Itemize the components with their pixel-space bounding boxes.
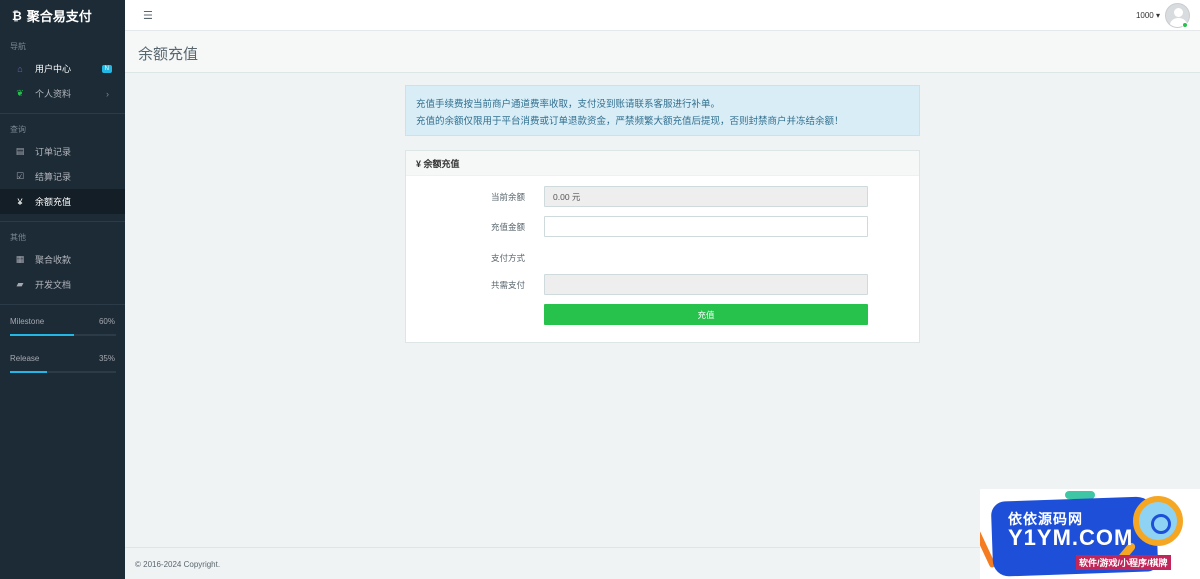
online-status-indicator — [1182, 22, 1188, 28]
watermark-tagline: 软件/游戏/小程序/棋牌 — [1076, 555, 1171, 570]
sidebar-item-label: 结算记录 — [35, 172, 72, 182]
watermark-domain: Y1YM.COM — [1008, 525, 1134, 550]
sidebar-item-settlements[interactable]: ☑ 结算记录 — [0, 164, 125, 189]
sidebar-item-profile[interactable]: ❦ 个人资料 › — [0, 81, 125, 106]
balance-row: 当前余额 — [406, 186, 921, 207]
chevron-right-icon: › — [106, 88, 109, 99]
magnifier-icon — [1133, 496, 1183, 546]
payment-method-label: 支付方式 — [490, 253, 525, 263]
sidebar-item-label: 订单记录 — [35, 147, 72, 157]
amount-row: 充值金额 — [406, 216, 921, 237]
top-header: ☰ 1000 ▾ — [125, 0, 1200, 31]
sidebar-item-label: 用户中心 — [35, 64, 72, 74]
page-title: 余额充值 — [138, 46, 199, 63]
sidebar-item-label: 聚合收款 — [35, 255, 72, 265]
milestone-progress: Milestone 60% — [0, 317, 125, 336]
watermark-logo: 依依源码网 Y1YM.COM 软件/游戏/小程序/棋牌 — [980, 489, 1200, 579]
sidebar-item-orders[interactable]: ▤ 订单记录 — [0, 139, 125, 164]
copyright: © 2016-2024 Copyright. — [135, 560, 221, 569]
other-section-header: 其他 — [10, 233, 26, 242]
recharge-panel: ¥ 余额充值 当前余额 充值金额 支付方式 共需支付 充值 — [405, 150, 920, 343]
bitcoin-logo-icon: ₿ — [12, 8, 22, 23]
book-icon: ▰ — [16, 279, 24, 289]
amount-input[interactable] — [544, 216, 868, 237]
sidebar-item-label: 个人资料 — [35, 89, 72, 99]
user-dropdown[interactable]: 1000 ▾ — [1136, 11, 1160, 20]
home-icon: ⌂ — [17, 63, 23, 74]
recharge-button[interactable]: 充值 — [544, 304, 868, 325]
progress-fill — [10, 334, 74, 336]
alert-line-2: 充值的余额仅限用于平台消费或订单退款资金，严禁频繁大额充值后提现，否则封禁商户并… — [416, 116, 844, 127]
new-badge: N — [101, 64, 112, 73]
sidebar-item-user-center[interactable]: ⌂ 用户中心 N — [0, 56, 125, 81]
release-progress: Release 35% — [0, 354, 125, 373]
alert-line-1: 充值手续费按当前商户通道费率收取，支付没到账请联系客服进行补单。 — [416, 99, 721, 110]
query-section-header: 查询 — [10, 125, 26, 134]
amount-label: 充值金额 — [490, 222, 525, 232]
balance-field — [544, 186, 868, 207]
menu-toggle-icon[interactable]: ☰ — [143, 9, 153, 22]
sidebar-item-recharge[interactable]: ¥ 余额充值 — [0, 189, 125, 214]
progress-track — [10, 371, 116, 373]
qrcode-icon: ▦ — [15, 254, 25, 264]
sidebar-item-docs[interactable]: ▰ 开发文档 — [0, 272, 125, 297]
sidebar-item-label: 开发文档 — [35, 280, 72, 290]
payment-method-row: 支付方式 — [406, 247, 921, 268]
total-field — [544, 274, 868, 295]
brand[interactable]: ₿ 聚合易支付 — [0, 0, 125, 31]
progress-value: 60% — [98, 317, 115, 326]
list-icon: ▤ — [15, 146, 25, 156]
yen-icon: ¥ — [17, 196, 23, 207]
balance-label: 当前余额 — [490, 192, 525, 202]
progress-label: Release — [10, 354, 40, 363]
sidebar-item-aggregate-payment[interactable]: ▦ 聚合收款 — [0, 247, 125, 272]
progress-label: Milestone — [10, 317, 45, 326]
progress-track — [10, 334, 116, 336]
progress-fill — [10, 371, 48, 373]
progress-value: 35% — [98, 354, 115, 363]
page-title-bar: 余额充值 — [125, 31, 1200, 73]
sidebar-item-label: 余额充值 — [35, 197, 72, 207]
check-square-icon: ☑ — [15, 171, 25, 181]
leaf-icon: ❦ — [16, 88, 24, 98]
panel-heading: ¥ 余额充值 — [406, 151, 919, 176]
total-label: 共需支付 — [490, 280, 525, 290]
nav-section-header: 导航 — [10, 42, 26, 51]
brand-name: 聚合易支付 — [26, 9, 92, 24]
sidebar-divider — [0, 304, 125, 305]
total-row: 共需支付 — [406, 274, 921, 295]
sidebar: ₿ 聚合易支付 导航 ⌂ 用户中心 N ❦ 个人资料 › 查询 ▤ 订单记录 ☑… — [0, 0, 125, 579]
info-alert: 充值手续费按当前商户通道费率收取，支付没到账请联系客服进行补单。 充值的余额仅限… — [405, 85, 920, 136]
